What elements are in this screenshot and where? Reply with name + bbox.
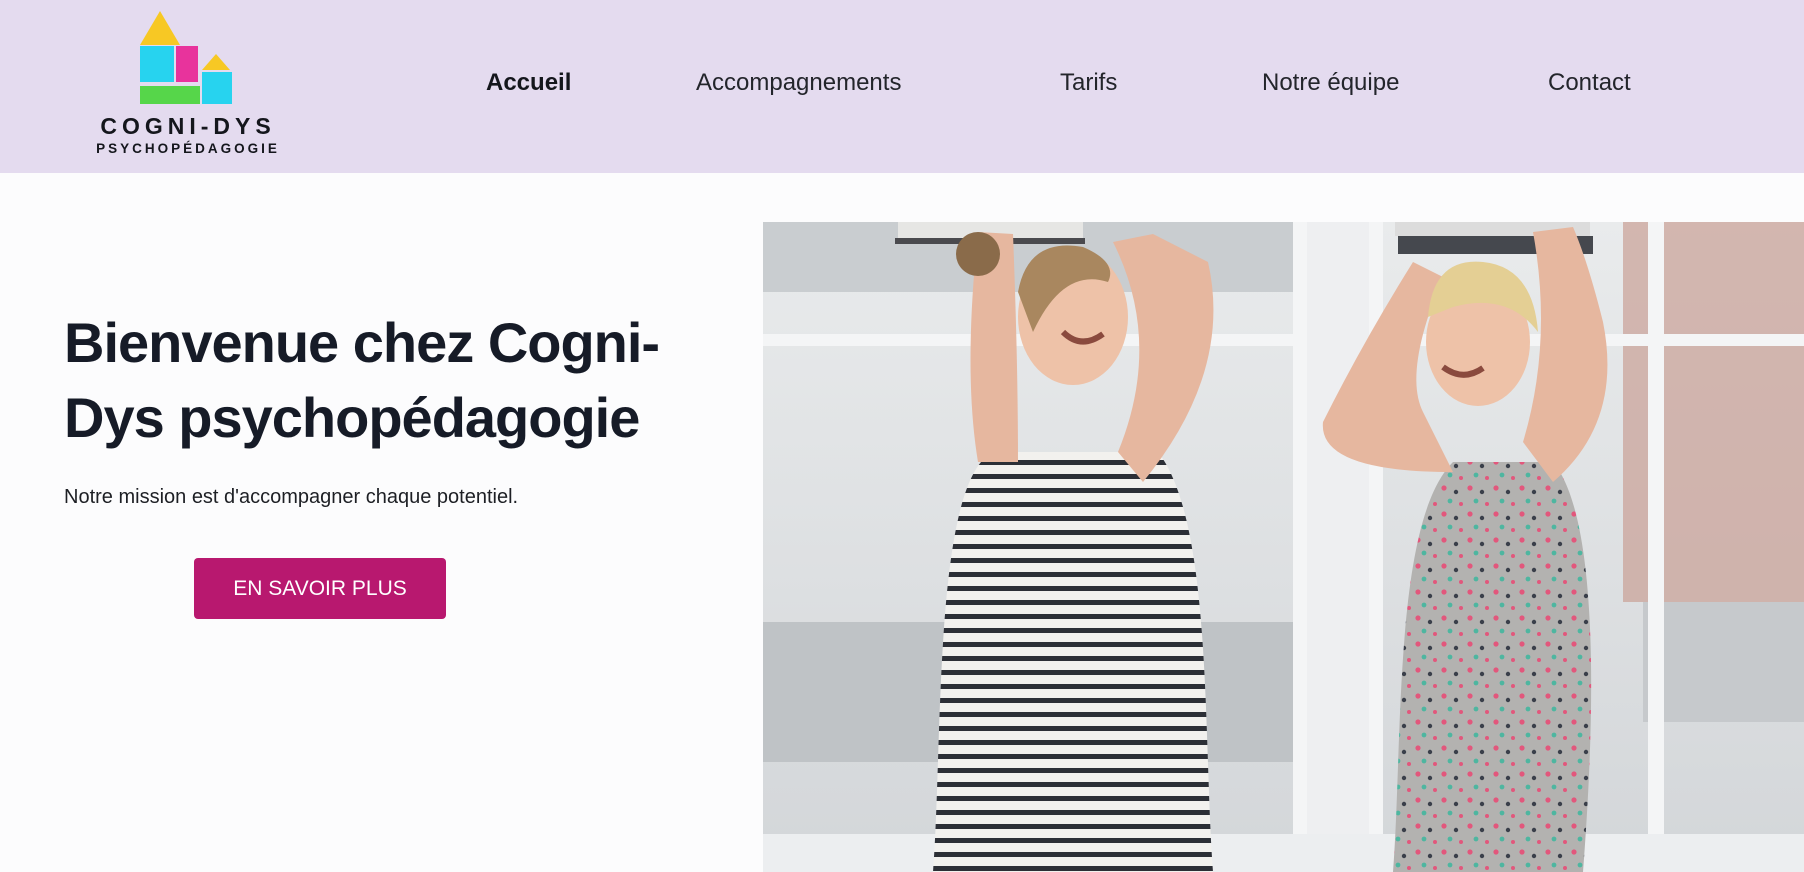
children-reading-illustration [763,222,1804,872]
hero-title: Bienvenue chez Cogni-Dys psychopédagogie [64,311,660,449]
nav-item-tarifs[interactable]: Tarifs [1060,69,1117,97]
blocks-logo-icon [140,11,232,104]
nav-item-notre-equipe[interactable]: Notre équipe [1262,69,1399,97]
nav-item-contact[interactable]: Contact [1548,69,1631,97]
brand-tagline: PSYCHOPÉDAGOGIE [96,141,280,156]
hero-subtitle: Notre mission est d'accompagner chaque p… [64,486,519,508]
learn-more-button[interactable]: EN SAVOIR PLUS [194,558,446,619]
hero-photo [763,222,1804,872]
nav-item-accompagnements[interactable]: Accompagnements [696,69,901,97]
site-header: COGNI-DYS PSYCHOPÉDAGOGIE Accueil Accomp… [0,0,1804,173]
nav-item-accueil[interactable]: Accueil [486,69,571,97]
brand-logo[interactable]: COGNI-DYS PSYCHOPÉDAGOGIE [88,10,288,160]
brand-name: COGNI-DYS [100,113,276,139]
